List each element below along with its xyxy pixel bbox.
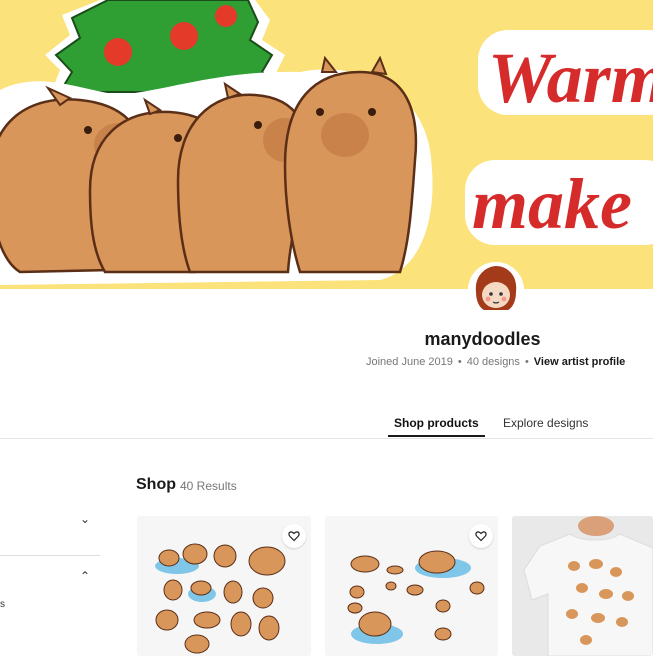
product-card-2[interactable] bbox=[325, 516, 498, 656]
filter-expand-chevron-down-icon[interactable]: ⌄ bbox=[80, 512, 90, 526]
results-count: 40 Results bbox=[180, 479, 237, 493]
shop-heading: Shop bbox=[136, 476, 176, 493]
profile-banner: Warm make bbox=[0, 0, 653, 289]
favorite-heart-icon[interactable] bbox=[282, 524, 306, 548]
design-count: 40 designs bbox=[466, 356, 520, 368]
joined-date: Joined June 2019 bbox=[366, 356, 453, 368]
artist-name: manydoodles bbox=[0, 329, 653, 350]
tab-explore-designs[interactable]: Explore designs bbox=[503, 416, 588, 430]
banner-headline-2: make bbox=[472, 164, 632, 244]
profile-tabs: Shop products Explore designs bbox=[0, 400, 653, 439]
artist-meta: Joined June 2019 • 40 designs • View artist … bbox=[366, 356, 625, 368]
product-card-1[interactable] bbox=[137, 516, 311, 656]
meta-separator: • bbox=[524, 356, 529, 368]
view-artist-profile-link[interactable]: View artist profile bbox=[534, 356, 626, 368]
banner-illustration: Warm make bbox=[0, 0, 653, 285]
filter-divider bbox=[0, 555, 100, 556]
artist-avatar[interactable] bbox=[468, 262, 524, 318]
product-card-3[interactable] bbox=[512, 516, 653, 656]
filter-collapse-chevron-up-icon[interactable]: ⌃ bbox=[80, 569, 90, 583]
meta-separator: • bbox=[457, 356, 462, 368]
favorite-heart-icon[interactable] bbox=[469, 524, 493, 548]
avatar-illustration bbox=[468, 262, 524, 318]
banner-headline-1: Warm bbox=[488, 38, 653, 118]
filter-option-label[interactable]: s bbox=[0, 599, 5, 610]
artist-name-text: manydoodles bbox=[424, 329, 541, 349]
active-tab-indicator bbox=[388, 435, 485, 437]
product-image-t-shirt bbox=[512, 516, 653, 656]
tab-shop-products[interactable]: Shop products bbox=[394, 416, 479, 430]
